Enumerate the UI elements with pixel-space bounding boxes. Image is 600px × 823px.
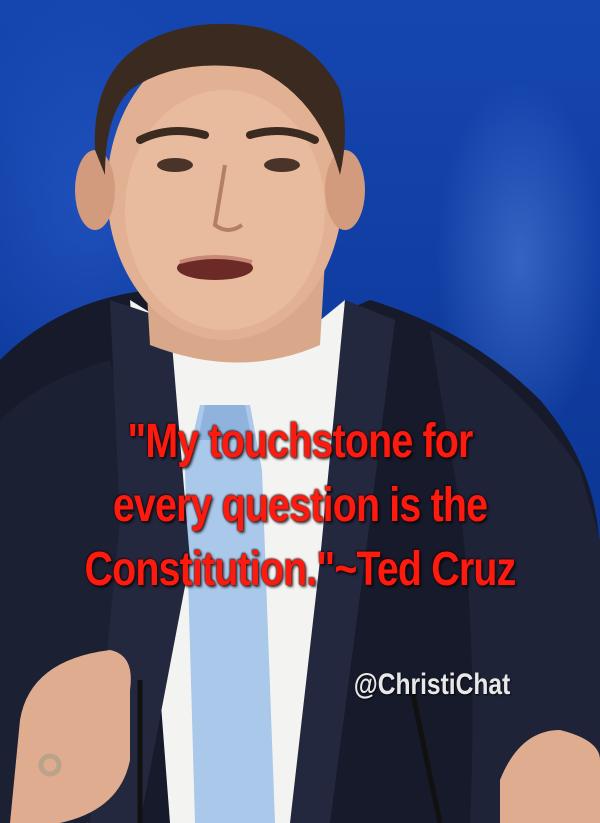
watermark-handle: @ChristiChat: [353, 668, 511, 701]
quote-line-3: Constitution."~Ted Cruz: [84, 543, 517, 596]
quote-line-2: every question is the: [112, 479, 488, 532]
meme-image: "My touchstone for every question is the…: [0, 0, 600, 823]
quote-line-1: "My touchstone for: [127, 415, 473, 468]
